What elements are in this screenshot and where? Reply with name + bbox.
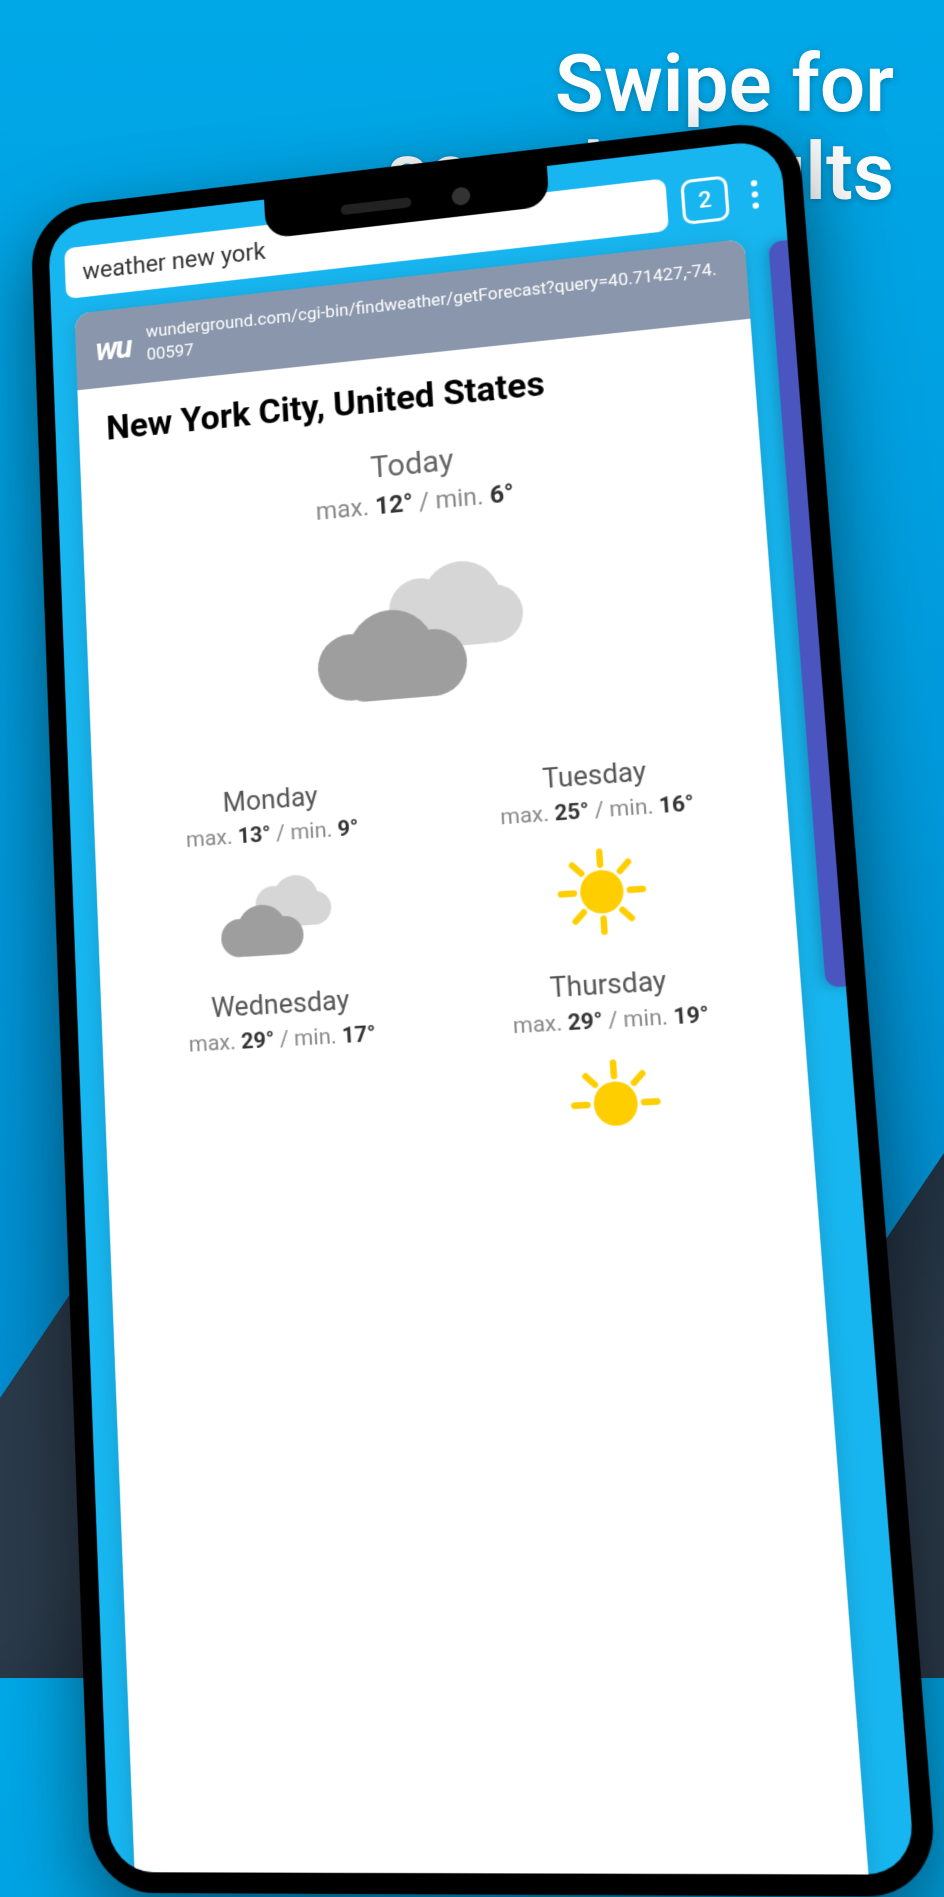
forecast-max-value: 29° — [241, 1027, 276, 1055]
forecast-max-label: max. — [500, 802, 550, 831]
forecast-min-label: / min. — [594, 794, 654, 824]
forecast-min-label: / min. — [276, 817, 333, 846]
tab-count-value: 2 — [697, 187, 712, 214]
forecast-max-label: max. — [188, 1030, 236, 1058]
forecast-max-label: max. — [512, 1011, 563, 1040]
forecast-cell: Monday max. 13° / min. 9° — [112, 755, 440, 981]
today-min-value: 6° — [489, 478, 515, 509]
forecast-cell: Tuesday max. 25° / min. 16° — [428, 730, 775, 962]
tab-count-button[interactable]: 2 — [680, 175, 730, 225]
forecast-max-value: 29° — [567, 1008, 604, 1036]
forecast-min-value: 16° — [658, 791, 695, 819]
today-min-label: / min. — [418, 481, 484, 516]
weather-result-card[interactable]: wu wunderground.com/cgi-bin/findweather/… — [74, 239, 868, 1875]
phone-frame: weather new york 2 wu wunderground.com/c… — [30, 118, 939, 1897]
forecast-max-value: 25° — [554, 799, 590, 827]
phone-screen: weather new york 2 wu wunderground.com/c… — [48, 138, 916, 1874]
forecast-cell: Wednesday max. 29° / min. 17° — [120, 961, 452, 1187]
search-query-text: weather new york — [82, 237, 266, 285]
forecast-max-value: 13° — [237, 822, 271, 849]
forecast-min-value: 17° — [341, 1022, 376, 1050]
wunderground-logo: wu — [95, 327, 132, 368]
promo-line1: Swipe for — [387, 40, 894, 128]
forecast-cell: Thursday max. 29° / min. 19° — [440, 941, 791, 1173]
today-forecast: Today max. 12° / min. 6° — [80, 391, 781, 771]
today-max-label: max. — [315, 492, 370, 526]
forecast-min-value: 19° — [673, 1002, 710, 1030]
forecast-min-label: / min. — [279, 1024, 337, 1053]
cloudy-icon — [212, 862, 340, 965]
forecast-min-label: / min. — [608, 1004, 669, 1034]
sunny-icon — [534, 839, 670, 945]
forecast-max-label: max. — [186, 825, 234, 853]
forecast-min-value: 9° — [337, 816, 359, 843]
forecast-grid: Monday max. 13° / min. 9° — [92, 717, 814, 1188]
today-max-value: 12° — [374, 488, 413, 520]
overflow-menu-button[interactable] — [742, 179, 768, 210]
sunny-icon — [548, 1050, 685, 1156]
cloudy-icon — [304, 537, 541, 712]
